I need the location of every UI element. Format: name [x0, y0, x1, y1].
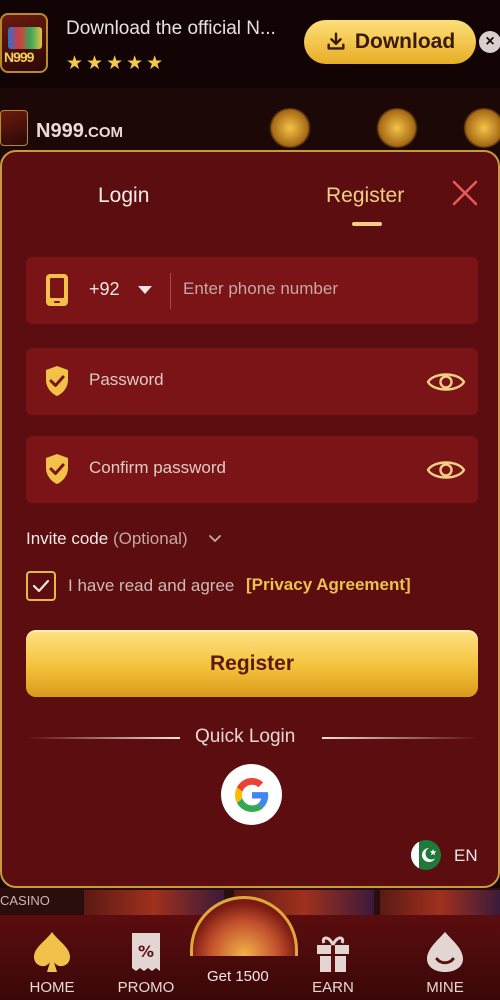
nav-get-label[interactable]: Get 1500: [207, 968, 269, 985]
treasure-icon: [268, 108, 312, 148]
tab-login[interactable]: Login: [98, 184, 149, 208]
wheel-icon: [375, 108, 419, 148]
eye-icon[interactable]: [426, 455, 466, 485]
app-icon-label: N999: [4, 49, 34, 65]
nav-home-label: HOME: [29, 979, 75, 996]
gift-icon: [317, 936, 349, 972]
download-label: Download: [354, 30, 456, 53]
nav-mine-label: MINE: [426, 979, 464, 996]
nav-earn-label: EARN: [312, 979, 354, 996]
logo-main: N999: [36, 120, 84, 142]
site-logo-text: N999.COM: [36, 120, 123, 143]
flag-graphic: [411, 840, 438, 870]
eye-icon[interactable]: [426, 367, 466, 397]
invite-code-toggle[interactable]: Invite code (Optional): [26, 529, 188, 549]
language-label[interactable]: EN: [454, 846, 478, 866]
download-icon: [327, 32, 345, 50]
chevron-down-icon[interactable]: [208, 532, 222, 546]
invite-optional: (Optional): [112, 529, 188, 548]
game-thumbnail: [84, 890, 224, 916]
password-field[interactable]: Password: [26, 348, 478, 415]
nav-earn[interactable]: EARN: [288, 915, 378, 1000]
gift-icon: [462, 108, 500, 148]
nav-mine[interactable]: MINE: [400, 915, 490, 1000]
chevron-down-icon[interactable]: [138, 286, 152, 294]
casino-label: CASINO: [0, 893, 50, 908]
rating-stars: ★★★★★: [66, 53, 167, 74]
register-modal: Login Register +92 Enter phone number Pa…: [0, 150, 500, 888]
nav-promo-label: PROMO: [117, 979, 175, 996]
coupon-icon: %: [132, 933, 160, 971]
banner-close-icon[interactable]: ×: [479, 31, 500, 53]
logo-suffix: .COM: [83, 124, 123, 141]
shield-icon: [46, 454, 68, 484]
agreement-checkbox[interactable]: [26, 571, 56, 601]
phone-input[interactable]: Enter phone number: [183, 279, 338, 299]
spade-icon: [34, 932, 70, 972]
phone-icon: [46, 274, 68, 306]
svg-text:%: %: [138, 942, 154, 961]
phone-field[interactable]: +92 Enter phone number: [26, 257, 478, 324]
country-code[interactable]: +92: [89, 279, 120, 300]
google-icon: [234, 777, 268, 812]
shield-icon: [46, 366, 68, 396]
check-icon: [32, 579, 50, 593]
cards-graphic: [8, 27, 42, 49]
download-banner: N999 Download the official N... ★★★★★ Do…: [0, 0, 500, 88]
close-icon[interactable]: [450, 178, 480, 208]
quick-login-label: Quick Login: [195, 726, 296, 747]
download-button[interactable]: Download: [304, 20, 476, 64]
confirm-password-input[interactable]: Confirm password: [89, 458, 226, 478]
nav-promo[interactable]: % PROMO: [101, 915, 191, 1000]
banner-text: Download the official N...: [66, 18, 276, 39]
divider-right: [322, 737, 478, 739]
google-login-button[interactable]: [221, 764, 282, 825]
profile-icon: [427, 932, 463, 972]
tab-register[interactable]: Register: [326, 184, 404, 208]
game-thumbnail: [380, 890, 500, 916]
invite-label: Invite code: [26, 529, 109, 548]
field-divider: [170, 273, 171, 309]
active-tab-indicator: [352, 222, 382, 226]
privacy-agreement-link[interactable]: [Privacy Agreement]: [246, 575, 411, 595]
divider-left: [26, 737, 180, 739]
nav-home[interactable]: HOME: [7, 915, 97, 1000]
pakistan-flag-icon[interactable]: [411, 840, 441, 870]
register-button[interactable]: Register: [26, 630, 478, 697]
agreement-text: I have read and agree: [68, 576, 235, 595]
password-input[interactable]: Password: [89, 370, 164, 390]
app-icon: N999: [0, 13, 48, 73]
confirm-password-field[interactable]: Confirm password: [26, 436, 478, 503]
site-logo-icon: [0, 110, 28, 146]
